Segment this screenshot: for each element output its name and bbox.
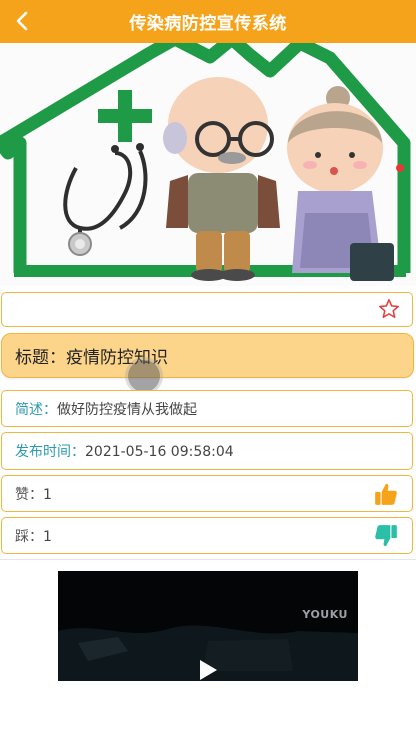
thumbs-down-icon <box>375 525 397 547</box>
play-button[interactable] <box>198 659 218 681</box>
thumbs-up-icon <box>375 483 397 505</box>
summary-value: 做好防控疫情从我做起 <box>57 401 197 418</box>
video-brand-label: YOUKU <box>302 608 348 621</box>
publish-time-value: 2021-05-16 09:58:04 <box>85 444 234 460</box>
favorite-button[interactable] <box>378 298 400 324</box>
dislike-text: 踩：1 <box>2 526 52 546</box>
back-button[interactable] <box>10 8 34 34</box>
like-button[interactable] <box>373 481 399 511</box>
summary-label: 简述： <box>15 401 57 418</box>
chevron-left-icon <box>16 11 28 31</box>
favorite-row <box>1 292 413 327</box>
banner-image <box>0 43 416 286</box>
publish-time-text: 发布时间：2021-05-16 09:58:04 <box>2 441 234 461</box>
video-player[interactable]: YOUKU <box>58 571 358 681</box>
page-title: 传染病防控宣传系统 <box>129 14 287 34</box>
play-icon <box>200 660 217 680</box>
article-title-bar: 标题：疫情防控知识 <box>1 333 414 378</box>
like-count: 1 <box>43 486 52 503</box>
app-header: 传染病防控宣传系统 <box>0 0 416 43</box>
video-section: YOUKU <box>0 559 416 739</box>
publish-time-row: 发布时间：2021-05-16 09:58:04 <box>1 432 413 470</box>
like-text: 赞：1 <box>2 484 52 504</box>
dislike-label: 踩： <box>15 528 43 545</box>
dislike-button[interactable] <box>373 523 399 553</box>
title-label: 标题： <box>15 348 66 368</box>
star-outline-icon <box>379 299 399 319</box>
dislike-row: 踩：1 <box>1 517 413 554</box>
like-label: 赞： <box>15 486 43 503</box>
summary-row: 简述：做好防控疫情从我做起 <box>1 390 413 427</box>
summary-text: 简述：做好防控疫情从我做起 <box>2 399 197 419</box>
touch-indicator <box>128 360 160 392</box>
publish-time-label: 发布时间： <box>15 444 85 460</box>
like-row: 赞：1 <box>1 475 413 512</box>
dislike-count: 1 <box>43 528 52 545</box>
